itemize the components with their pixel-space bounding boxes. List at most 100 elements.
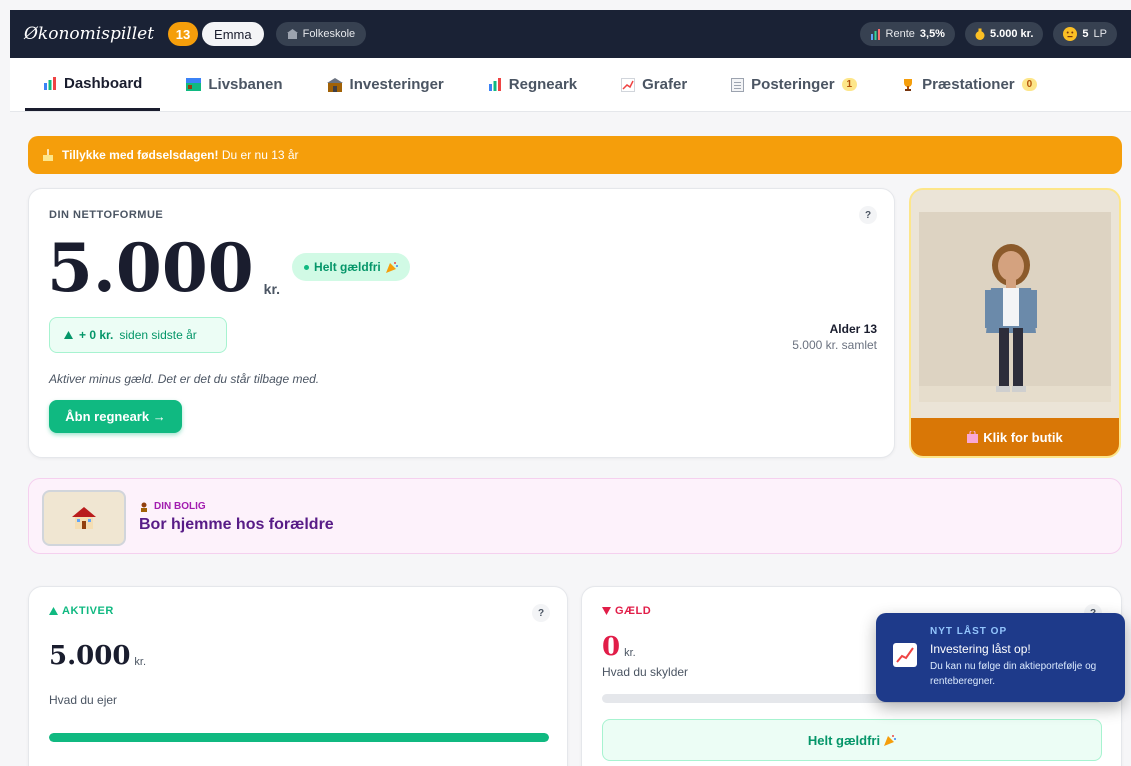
age-badge: 13 bbox=[168, 22, 199, 46]
change-box: + 0 kr. siden sidste år bbox=[49, 317, 227, 353]
toast-header: NYT LÅST OP bbox=[930, 626, 1008, 637]
rente-value: 3,5% bbox=[919, 28, 945, 40]
tab-posteringer-badge: 1 bbox=[841, 78, 858, 91]
app-logo: Økonomispillet bbox=[24, 24, 155, 44]
tab-grafer[interactable]: Grafer bbox=[603, 58, 705, 111]
tab-investeringer[interactable]: Investeringer bbox=[309, 58, 462, 111]
assets-desc: Hvad du ejer bbox=[49, 693, 118, 707]
networth-description: Aktiver minus gæld. Det er det du står t… bbox=[49, 372, 320, 386]
debtfree-text: Helt gældfri bbox=[314, 260, 381, 274]
player-name[interactable]: Emma bbox=[202, 22, 264, 46]
up-arrow-icon bbox=[64, 331, 73, 339]
trophy-icon bbox=[904, 78, 913, 91]
age-info: Alder 13 5.000 kr. samlet bbox=[792, 322, 877, 352]
green-dot-icon bbox=[304, 264, 310, 270]
family-icon bbox=[141, 502, 147, 512]
debt-status-text: Helt gældfri bbox=[807, 732, 881, 748]
school-icon bbox=[286, 29, 298, 39]
assets-progress-track bbox=[49, 733, 549, 742]
age-text: Alder 13 bbox=[829, 322, 877, 336]
assets-progress-fill bbox=[49, 733, 549, 742]
rente-label: Rente bbox=[885, 28, 915, 40]
school-pill: Folkeskole bbox=[275, 22, 367, 46]
total-text: 5.000 kr. samlet bbox=[792, 338, 877, 352]
bar-chart-icon bbox=[44, 76, 56, 90]
shop-label: Klik for butik bbox=[983, 429, 1063, 445]
unlock-toast[interactable]: NYT LÅST OP Investering låst op! Du kan … bbox=[876, 613, 1125, 702]
assets-value: 5.000 bbox=[49, 641, 131, 671]
debt-header: GÆLD bbox=[602, 605, 651, 617]
tab-livsbanen[interactable]: Livsbanen bbox=[168, 58, 300, 111]
change-text: siden sidste år bbox=[119, 328, 197, 342]
tab-praestationer[interactable]: Præstationer 0 bbox=[883, 58, 1055, 111]
face-icon bbox=[1063, 27, 1078, 41]
top-bar: Økonomispillet 13 Emma Folkeskole Rente … bbox=[10, 10, 1131, 58]
school-label: Folkeskole bbox=[302, 28, 356, 40]
tab-regneark[interactable]: Regneark bbox=[470, 58, 595, 111]
assets-unit: kr. bbox=[134, 656, 147, 668]
lp-value: 5 bbox=[1082, 28, 1089, 40]
party-icon bbox=[385, 262, 398, 273]
rente-pill[interactable]: Rente 3,5% bbox=[859, 22, 955, 46]
tab-praestationer-label: Præstationer bbox=[922, 76, 1015, 93]
networth-label: DIN NETTOFORMUE bbox=[49, 209, 164, 221]
networth-unit: kr. bbox=[263, 281, 281, 297]
ledger-icon bbox=[731, 77, 745, 92]
main-tabs: Dashboard Livsbanen Investeringer Regnea… bbox=[10, 58, 1131, 112]
bar-chart-icon bbox=[488, 78, 501, 91]
tab-investeringer-label: Investeringer bbox=[349, 76, 444, 93]
party-icon bbox=[884, 735, 897, 746]
toast-title: Investering låst op! bbox=[930, 642, 1031, 656]
tab-posteringer[interactable]: Posteringer 1 bbox=[713, 58, 875, 111]
tab-posteringer-label: Posteringer bbox=[751, 76, 835, 93]
housing-card[interactable]: DIN BOLIG Bor hjemme hos forældre bbox=[28, 478, 1122, 554]
tab-dashboard[interactable]: Dashboard bbox=[25, 58, 161, 111]
change-value: + 0 kr. bbox=[79, 328, 114, 342]
lp-unit: LP bbox=[1093, 28, 1107, 40]
up-arrow-icon bbox=[49, 607, 58, 615]
tab-livsbanen-label: Livsbanen bbox=[208, 76, 283, 93]
debt-label: GÆLD bbox=[615, 605, 652, 617]
networth-value: 5.000 bbox=[47, 229, 254, 307]
avatar-card[interactable]: Klik for butik bbox=[909, 188, 1121, 458]
tab-grafer-label: Grafer bbox=[642, 76, 688, 93]
help-button[interactable]: ? bbox=[859, 206, 877, 224]
tab-dashboard-label: Dashboard bbox=[64, 74, 143, 92]
line-chart-icon bbox=[621, 77, 636, 92]
down-arrow-icon bbox=[602, 607, 611, 615]
birthday-title: Tillykke med fødselsdagen! bbox=[62, 148, 219, 162]
debtfree-badge: Helt gældfri bbox=[292, 253, 410, 281]
map-icon bbox=[186, 78, 202, 91]
debt-unit: kr. bbox=[624, 647, 636, 659]
housing-label: DIN BOLIG bbox=[154, 501, 206, 512]
avatar bbox=[911, 190, 1119, 418]
debt-desc: Hvad du skylder bbox=[602, 665, 689, 679]
assets-label: AKTIVER bbox=[62, 605, 114, 617]
open-spreadsheet-button[interactable]: Åbn regneark → bbox=[49, 400, 182, 433]
money-pill[interactable]: 5.000 kr. bbox=[964, 22, 1044, 46]
help-button[interactable]: ? bbox=[532, 604, 550, 622]
line-chart-icon bbox=[896, 647, 914, 663]
bank-icon bbox=[326, 77, 343, 92]
lp-pill[interactable]: 5 LP bbox=[1053, 22, 1117, 46]
toast-body: Du kan nu følge din aktieportefølje og r… bbox=[930, 661, 1097, 687]
money-bag-icon bbox=[975, 28, 985, 40]
tab-regneark-label: Regneark bbox=[508, 76, 578, 93]
networth-card: DIN NETTOFORMUE ? 5.000 kr. Helt gældfri… bbox=[28, 188, 895, 458]
assets-card: AKTIVER ? 5.000 kr. Hvad du ejer bbox=[28, 586, 568, 766]
debt-status-box: Helt gældfri bbox=[602, 719, 1102, 761]
money-value: 5.000 kr. bbox=[989, 28, 1034, 40]
housing-title: Bor hjemme hos forældre bbox=[139, 516, 334, 533]
debt-value: 0 bbox=[602, 632, 621, 662]
shopping-bag-icon bbox=[967, 431, 979, 443]
house-tile bbox=[42, 490, 126, 546]
tab-praestationer-badge: 0 bbox=[1021, 78, 1038, 91]
assets-header: AKTIVER bbox=[49, 605, 114, 617]
chart-icon bbox=[870, 28, 880, 40]
house-icon bbox=[72, 507, 96, 529]
birthday-banner: Tillykke med fødselsdagen! Du er nu 13 å… bbox=[28, 136, 1122, 174]
shop-button[interactable]: Klik for butik bbox=[911, 418, 1119, 456]
toast-icon-box bbox=[893, 643, 917, 667]
birthday-text: Du er nu 13 år bbox=[221, 148, 299, 162]
cake-icon bbox=[43, 149, 53, 161]
